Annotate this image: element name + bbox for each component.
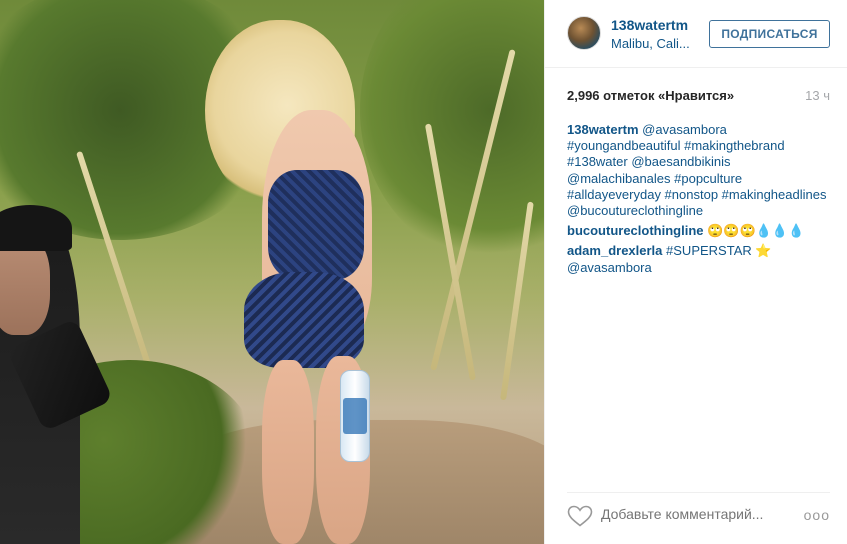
comment-author[interactable]: 138watertm: [567, 122, 639, 137]
likes-count[interactable]: 2,996 отметок «Нравится»: [567, 88, 734, 103]
model-top: [268, 170, 364, 280]
likes-row: 2,996 отметок «Нравится» 13 ч: [567, 88, 830, 106]
follow-button[interactable]: ПОДПИСАТЬСЯ: [709, 20, 830, 48]
comment-author[interactable]: bucoutureclothingline: [567, 223, 704, 238]
post-header: 138watertm Malibu, Cali... ПОДПИСАТЬСЯ: [545, 0, 847, 68]
post-panel: 138watertm Malibu, Cali... ПОДПИСАТЬСЯ 2…: [544, 0, 847, 544]
foliage: [360, 0, 544, 260]
photographer-cap: [0, 205, 72, 251]
post-footer: ooo: [567, 492, 830, 540]
comment: adam_drexlerla #SUPERSTAR ⭐ @avasambora: [567, 243, 830, 275]
post-username[interactable]: 138watertm: [611, 17, 688, 33]
post-location[interactable]: Malibu, Cali...: [611, 36, 690, 51]
heart-icon[interactable]: [567, 505, 593, 527]
comment: bucoutureclothingline 🙄🙄🙄💧💧💧: [567, 223, 830, 239]
more-options-icon[interactable]: ooo: [804, 507, 830, 523]
post-time[interactable]: 13 ч: [805, 88, 830, 103]
avatar[interactable]: [567, 16, 601, 50]
comment-text: 🙄🙄🙄💧💧💧: [707, 223, 805, 239]
model-leg: [262, 360, 314, 544]
comment-author[interactable]: adam_drexlerla: [567, 243, 662, 258]
comment: 138watertm @avasambora #youngandbeautifu…: [567, 122, 830, 219]
comment-input[interactable]: [601, 506, 801, 522]
post-photo[interactable]: [0, 0, 544, 544]
comments-list: 138watertm @avasambora #youngandbeautifu…: [567, 122, 830, 280]
bottle-label: [343, 398, 367, 434]
model-shorts: [244, 272, 364, 368]
